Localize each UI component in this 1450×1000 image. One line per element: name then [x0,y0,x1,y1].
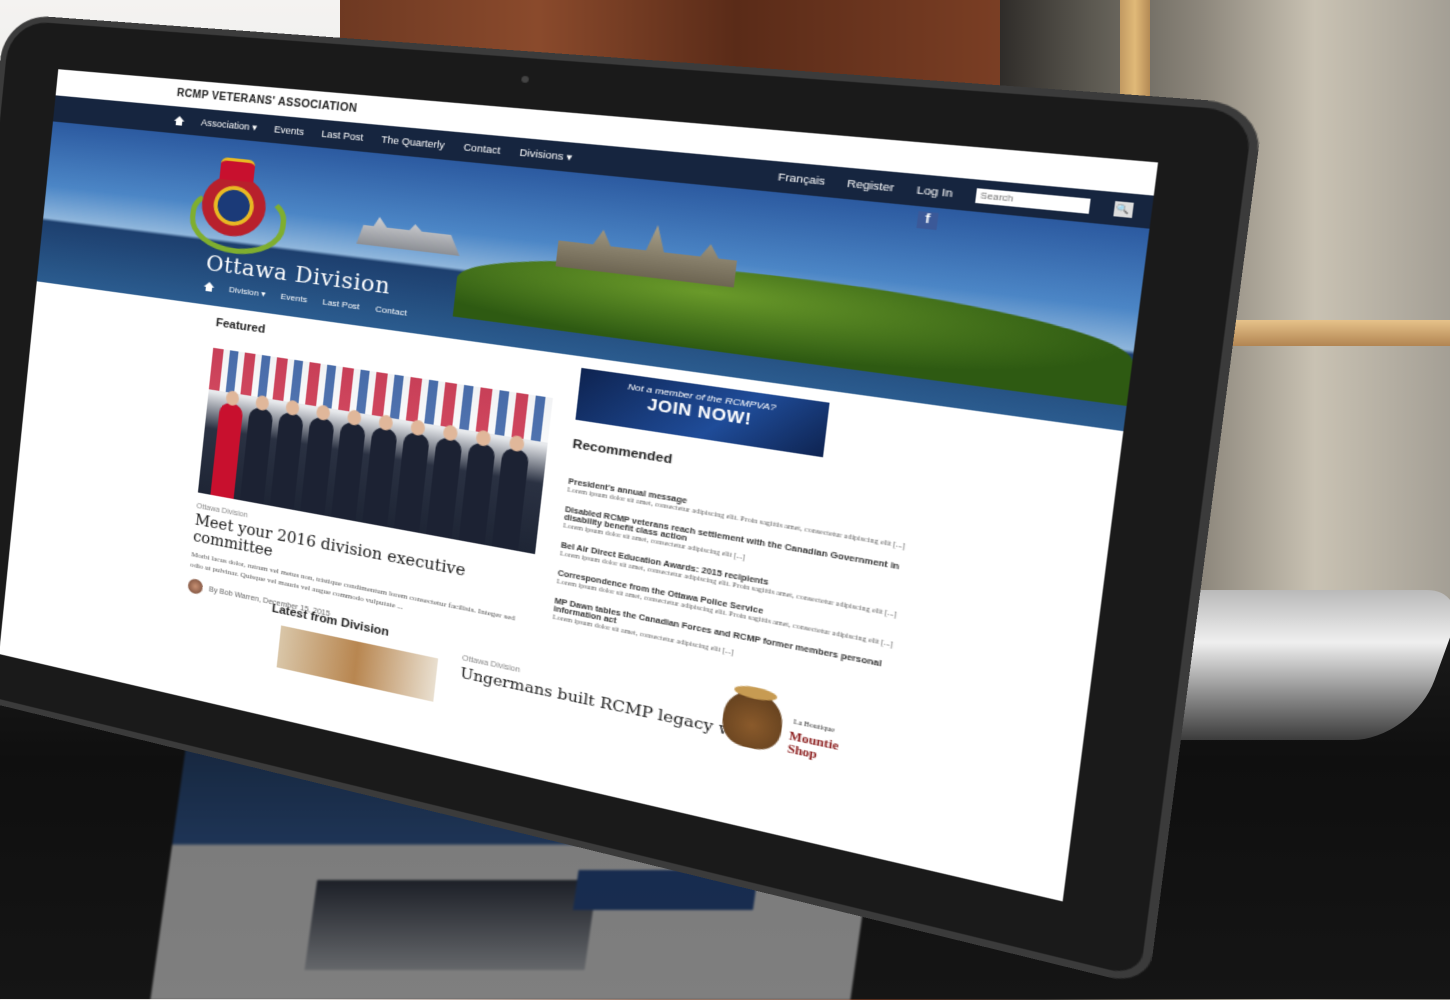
person-figure [393,431,430,533]
recommended-list: President's annual message Lorem ipsum d… [552,478,913,690]
home-icon[interactable] [174,115,185,125]
nav-the-quarterly[interactable]: The Quarterly [381,134,445,151]
person-figure [458,441,496,545]
nav-log-in[interactable]: Log In [916,184,954,200]
person-figure [330,421,367,522]
subnav-division[interactable]: Division ▾ [229,285,266,299]
subnav-last-post[interactable]: Last Post [322,297,360,312]
person-figure [269,411,304,510]
nav-last-post[interactable]: Last Post [321,128,364,143]
nav-register[interactable]: Register [846,177,894,193]
nav-association[interactable]: Association ▾ [200,117,258,134]
facebook-icon[interactable]: f [916,211,939,231]
home-icon[interactable] [203,281,214,292]
nav-spacer [592,159,757,175]
reflection-photo [304,880,598,970]
nav-divisions[interactable]: Divisions ▾ [519,146,573,163]
nav-contact[interactable]: Contact [463,142,501,157]
crown-icon [219,156,256,183]
person-figure [300,416,335,516]
ad-text: Mountie Shop [786,730,840,763]
person-figure [210,401,244,499]
subnav-events[interactable]: Events [280,291,308,304]
person-figure [362,426,398,528]
parliament-hill-image [452,239,1139,406]
avatar [187,577,204,596]
mountie-shop-ad[interactable]: La Boutique Mountie Shop [719,683,876,773]
search-icon[interactable]: 🔍 [1113,201,1134,219]
camera-icon [521,75,530,84]
person-figure [426,436,463,539]
nav-francais[interactable]: Français [777,171,825,187]
rcmp-crest-logo [186,154,289,260]
sidebar: Not a member of the RCMPVA? JOIN NOW! Re… [551,367,928,702]
chateau-image [356,211,463,256]
person-figure [491,446,530,552]
featured-article: Ottawa Division Meet your 2016 division … [187,347,553,662]
subnav-contact[interactable]: Contact [375,304,407,318]
person-figure [239,406,274,505]
latest-title[interactable]: Ungermans built RCMP legacy with [459,666,757,746]
search-input[interactable] [975,188,1091,214]
nav-events[interactable]: Events [274,124,305,137]
